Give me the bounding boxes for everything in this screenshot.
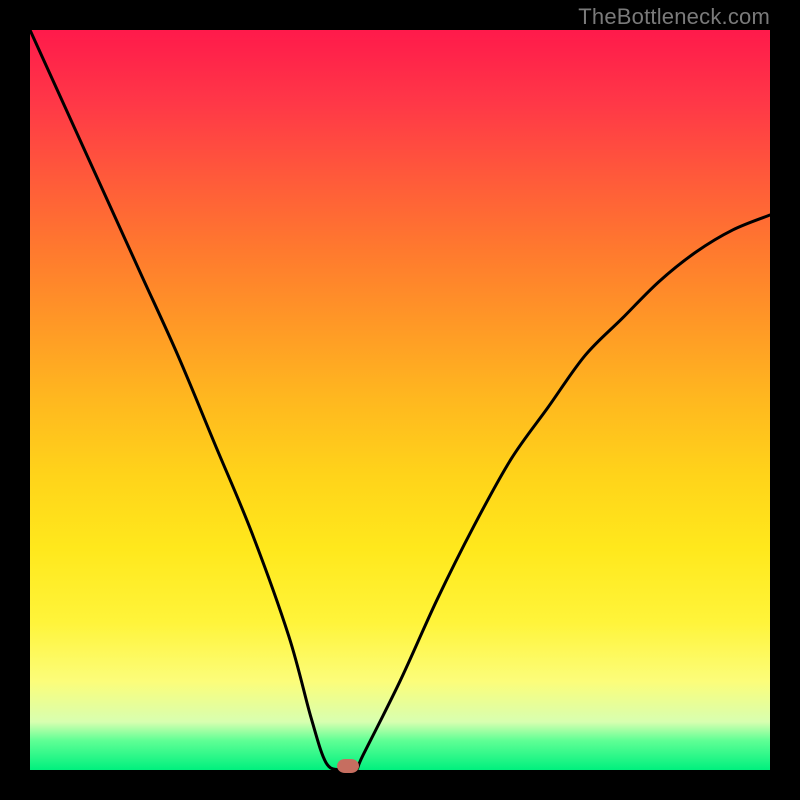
chart-frame: TheBottleneck.com bbox=[0, 0, 800, 800]
plot-area bbox=[30, 30, 770, 770]
bottleneck-curve bbox=[30, 30, 770, 770]
optimal-point-marker bbox=[337, 759, 359, 773]
attribution-label: TheBottleneck.com bbox=[578, 4, 770, 30]
